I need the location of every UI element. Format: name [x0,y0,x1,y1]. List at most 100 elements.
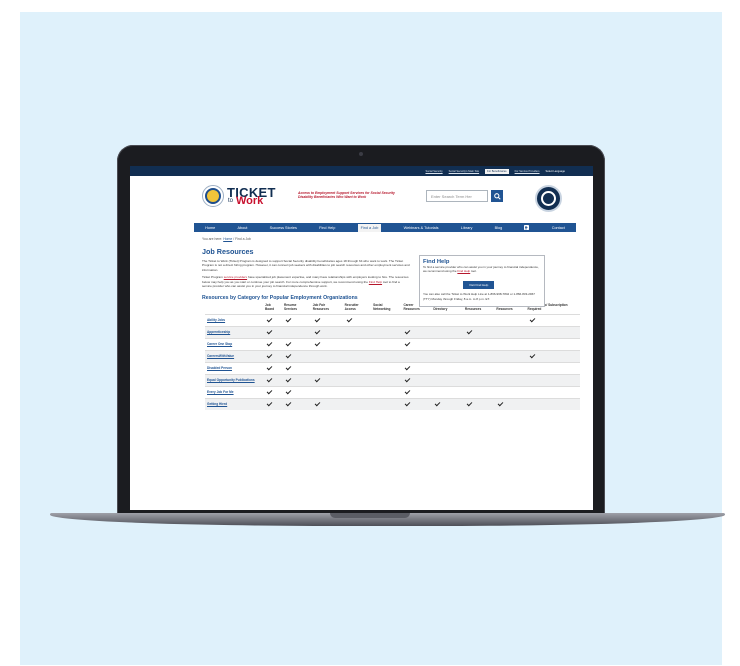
organization-link[interactable]: Disabled Person [205,361,263,375]
table-cell [342,361,372,375]
table-cell [263,373,282,387]
checkmark-icon [405,328,411,335]
laptop-opening-notch [330,513,410,518]
checkmark-icon [266,364,273,371]
table-cell [310,385,343,399]
checkmark-icon [266,340,273,347]
table-cell [494,337,526,351]
language-select[interactable]: Select Language [546,170,565,173]
checkmark-icon [405,364,411,371]
table-cell [263,385,282,399]
table-cell [342,397,372,410]
organization-link[interactable]: Getting Hired [205,397,263,410]
nav-item-webinars[interactable]: Webinars & Tutorials [404,226,439,230]
nav-item-success-stories[interactable]: Success Stories [270,226,297,230]
table-cell [342,313,372,327]
breadcrumb-home-link[interactable]: Home [223,237,232,241]
table-cell [431,325,463,339]
table-row: Equal Opportunity Publications [205,373,580,387]
visit-find-help-button[interactable]: Visit Find Help [463,281,495,290]
nav-item-home[interactable]: Home [205,226,215,230]
nav-item-about[interactable]: About [237,226,247,230]
table-cell [310,349,343,363]
utility-link-main-site[interactable]: Social Security's Main Site [449,170,479,173]
table-cell [281,325,311,339]
checkmark-icon [266,388,273,395]
table-cell [462,361,495,375]
organization-link[interactable]: Career One Stop [205,337,263,351]
table-cell [371,361,402,375]
utility-link-beneficiaries[interactable]: For Beneficiaries [485,168,509,174]
table-cell [431,385,463,399]
ticket-logo-icon[interactable] [202,185,224,207]
table-cell [263,325,282,339]
find-help-inline-link[interactable]: Find Help [369,280,382,284]
table-cell [401,337,432,351]
table-cell [310,397,343,410]
table-cell [525,337,580,351]
checkmark-icon [405,388,411,395]
organization-link[interactable]: Ability Jobs [205,313,263,327]
table-cell [263,361,282,375]
checkmark-icon [529,316,535,323]
table-cell [494,385,526,399]
breadcrumb-separator: / [233,237,235,241]
find-help-box-link[interactable]: Find Help [457,269,470,273]
table-cell [281,397,311,410]
checkmark-icon [346,316,352,323]
table-row: Apprenticeship [205,325,580,339]
breadcrumb: You are here: Home / Find a Job [202,237,580,241]
table-cell [431,361,463,375]
nav-item-find-a-job[interactable]: Find a Job [357,223,382,232]
table-row: Disabled Person [205,361,580,375]
nav-item-blog[interactable]: Blog [495,226,503,230]
resources-table: Job Board Resume Services Job Fair Resourc… [205,303,580,410]
checkmark-icon [314,376,321,383]
checkmark-icon [314,400,321,407]
table-cell [462,373,495,387]
table-cell [310,373,343,387]
table-cell [371,349,402,363]
table-cell [371,325,402,339]
social-icon[interactable] [524,225,530,230]
table-cell [310,337,343,351]
search-button[interactable] [491,190,503,202]
nav-item-find-help[interactable]: Find Help [319,226,335,230]
table-cell [310,313,343,327]
search-input[interactable]: Enter Search Term Her [426,190,488,202]
table-cell [494,397,526,410]
ssa-seal-icon[interactable] [535,185,562,212]
checkmark-icon [405,376,411,383]
table-cell [371,337,402,351]
checkmark-icon [405,400,411,407]
table-cell [525,361,580,375]
table-cell [263,313,282,327]
service-providers-link[interactable]: service providers [224,275,247,279]
table-cell [462,313,495,327]
intro-paragraph-2: Ticket Program service providers have sp… [202,275,410,288]
checkmark-icon [266,376,273,383]
utility-link-ssa[interactable]: Social Security [425,170,442,173]
utility-link-providers[interactable]: For Service Providers [515,170,540,173]
checkmark-icon [266,352,273,359]
checkmark-icon [314,340,321,347]
table-cell [494,325,526,339]
table-cell [494,313,526,327]
find-help-box: Find Help To find a service provider who… [419,255,545,307]
nav-item-contact[interactable]: Contact [552,226,565,230]
organization-link[interactable]: CareersWithValue [205,349,263,363]
nav-item-library[interactable]: Library [461,226,473,230]
table-cell [371,373,402,387]
table-cell [494,373,526,387]
table-cell [431,313,463,327]
organization-link[interactable]: Apprenticeship [205,325,263,339]
organization-link[interactable]: Every Job For Me [205,385,263,399]
table-cell [371,385,402,399]
checkmark-icon [435,400,441,407]
main-nav: Home About Success Stories Find Help Fin… [194,223,576,232]
checkmark-icon [466,400,473,407]
logo-work-text[interactable]: Work [236,195,263,207]
table-cell [310,361,343,375]
organization-link[interactable]: Equal Opportunity Publications [205,373,263,387]
table-cell [401,373,432,387]
